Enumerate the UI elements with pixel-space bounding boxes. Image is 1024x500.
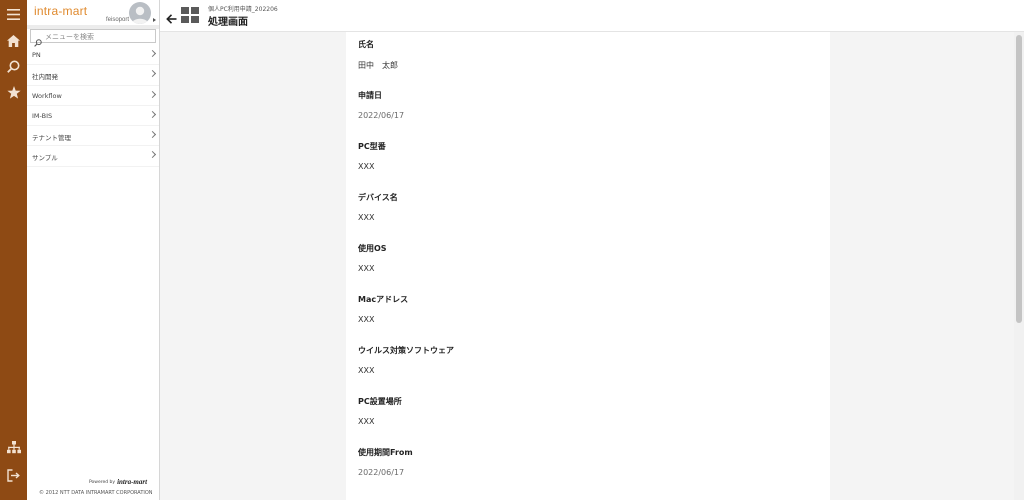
username: feisoport [105, 17, 129, 23]
field-label: ウイルス対策ソフトウェア [358, 346, 454, 355]
sidebar-item-label: テナント管理 [32, 134, 71, 143]
logout-icon[interactable] [3, 465, 24, 486]
grid-icon[interactable] [181, 7, 199, 23]
page-header: 個人PC利用申請_202206 処理画面 [160, 0, 1024, 32]
field-value: 2022/06/17 [358, 468, 405, 477]
sidebar: intra-mart feisoport PN 社内開発 Workflow [27, 0, 160, 500]
field-label: 使用期間From [358, 448, 413, 457]
powered-by-text: Powered by [89, 479, 116, 485]
sidebar-item-label: Workflow [32, 91, 62, 100]
chevron-right-icon [148, 70, 157, 78]
sidebar-item-sample[interactable]: サンプル [27, 146, 159, 167]
sidebar-item-workflow[interactable]: Workflow [27, 86, 159, 106]
sidebar-menu: PN 社内開発 Workflow IM-BIS テナント管理 サンプル [27, 45, 159, 167]
sidebar-item-label: サンプル [32, 154, 58, 163]
field-value: XXX [358, 162, 375, 171]
avatar[interactable] [129, 2, 151, 24]
menu-search [30, 29, 156, 47]
field-label: PC設置場所 [358, 397, 402, 406]
sidebar-item-pn[interactable]: PN [27, 45, 159, 66]
field-value: XXX [358, 213, 375, 222]
field-label: 使用OS [358, 244, 387, 253]
powered-by-logo: intra-mart [117, 478, 148, 486]
field-value: XXX [358, 417, 375, 426]
sidebar-item-label: 社内開発 [32, 73, 58, 82]
field-value: 2022/06/17 [358, 111, 405, 120]
brand-logo[interactable]: intra-mart [34, 4, 87, 18]
sitemap-icon[interactable] [3, 437, 24, 458]
sidebar-item-tenant-admin[interactable]: テナント管理 [27, 126, 159, 147]
field-label: デバイス名 [358, 193, 398, 202]
chevron-right-icon [148, 110, 157, 118]
chevron-right-icon [148, 151, 157, 159]
field-value: 田中 太郎 [358, 61, 398, 70]
hamburger-icon[interactable] [3, 4, 24, 25]
powered-by: Powered by intra-mart [89, 478, 147, 486]
field-label: 氏名 [358, 40, 374, 49]
sidebar-item-internal-dev[interactable]: 社内開発 [27, 65, 159, 86]
menu-search-input[interactable] [45, 31, 153, 42]
detail-form: 氏名 田中 太郎 申請日 2022/06/17 PC型番 XXX デバイス名 X… [346, 32, 830, 500]
chevron-right-icon [148, 49, 157, 58]
user-menu-caret-icon[interactable] [153, 18, 156, 22]
copyright: © 2012 NTT DATA INTRAMART CORPORATION [39, 490, 153, 496]
sidebar-item-label: IM-BIS [32, 111, 53, 120]
main-scrollbar[interactable] [1014, 32, 1024, 500]
app-window: intra-mart feisoport PN 社内開発 Workflow [0, 0, 1024, 500]
global-nav-rail [0, 0, 27, 500]
field-label: Macアドレス [358, 295, 409, 304]
sidebar-item-label: PN [32, 51, 41, 59]
star-icon[interactable] [3, 82, 24, 103]
field-label: PC型番 [358, 142, 386, 151]
home-icon[interactable] [3, 30, 24, 51]
field-label: 申請日 [358, 91, 382, 100]
page-title: 処理画面 [208, 17, 248, 28]
chevron-right-icon [148, 90, 157, 98]
scrollbar-thumb[interactable] [1016, 35, 1022, 323]
sidebar-item-im-bis[interactable]: IM-BIS [27, 106, 159, 127]
back-arrow-icon[interactable] [166, 9, 177, 28]
chevron-right-icon [148, 131, 157, 139]
search-icon[interactable] [3, 56, 24, 77]
field-value: XXX [358, 315, 375, 324]
field-value: XXX [358, 264, 375, 273]
field-value: XXX [358, 366, 375, 375]
breadcrumb: 個人PC利用申請_202206 [208, 6, 278, 13]
main-content: 氏名 田中 太郎 申請日 2022/06/17 PC型番 XXX デバイス名 X… [160, 32, 1014, 500]
